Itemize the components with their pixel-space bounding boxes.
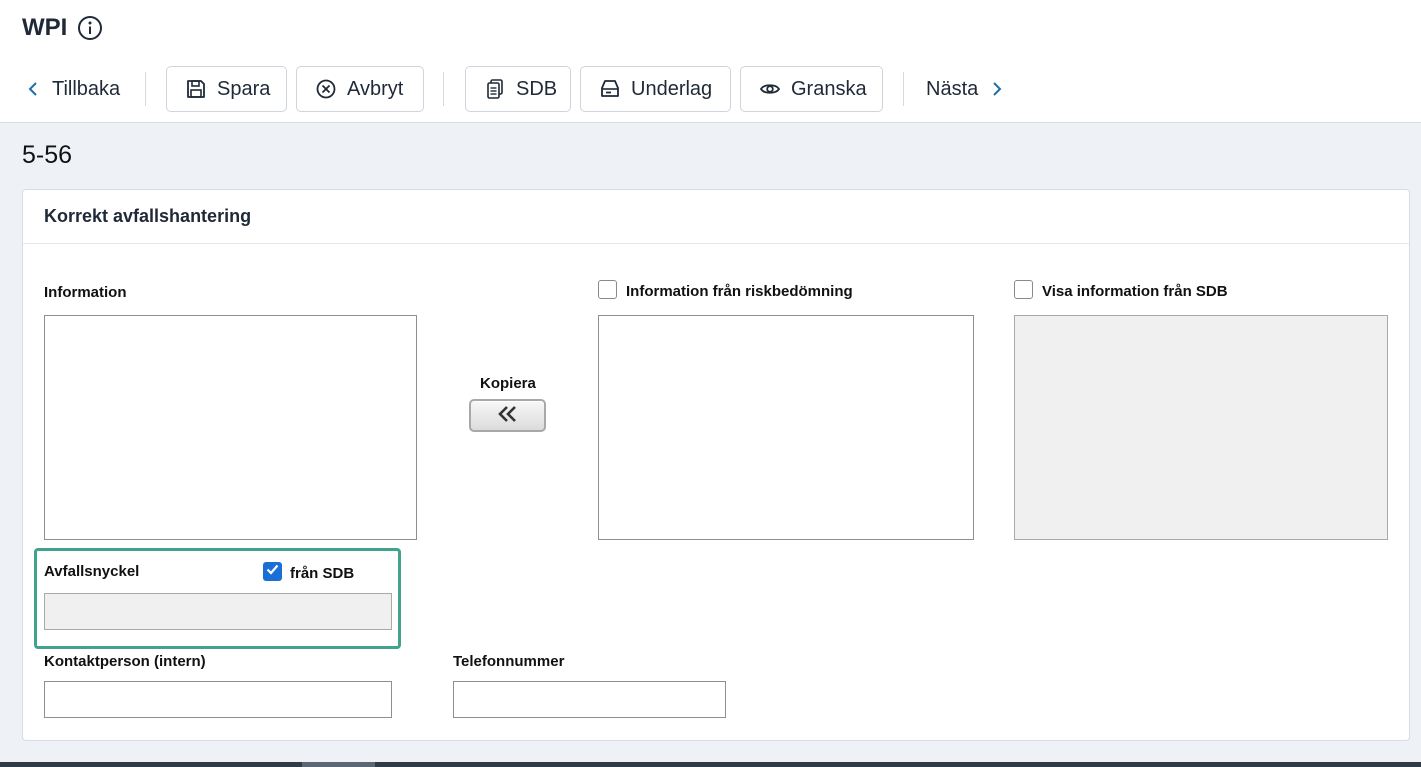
back-button[interactable]: Tillbaka — [26, 66, 120, 112]
from-sdb-checkbox[interactable] — [263, 562, 282, 581]
waste-key-input — [44, 593, 392, 630]
phone-input[interactable] — [453, 681, 726, 718]
from-sdb-label: från SDB — [290, 565, 355, 582]
underlag-button[interactable]: Underlag — [580, 66, 731, 112]
sdb-info-label: Visa information från SDB — [1042, 283, 1228, 300]
documents-icon — [484, 78, 506, 100]
review-label: Granska — [791, 77, 867, 100]
back-label: Tillbaka — [52, 77, 121, 100]
circle-x-icon — [315, 78, 337, 100]
sdb-info-checkbox[interactable] — [1014, 280, 1033, 299]
bottom-scrollbar[interactable] — [0, 762, 1421, 767]
page-title: 5-56 — [22, 141, 73, 169]
inbox-tray-icon — [599, 78, 621, 100]
information-label: Information — [44, 284, 127, 301]
save-label: Spara — [217, 77, 271, 100]
scrollbar-thumb[interactable] — [302, 762, 375, 767]
app-title: WPI — [22, 14, 68, 41]
waste-handling-card: Korrekt avfallshantering Information Kop… — [22, 189, 1410, 741]
save-button[interactable]: Spara — [166, 66, 287, 112]
top-bar: WPI Tillbaka Spara Avbryt SDB Underlag G… — [0, 0, 1421, 123]
copy-button[interactable] — [469, 399, 546, 432]
risk-info-textarea[interactable] — [598, 315, 974, 540]
review-button[interactable]: Granska — [740, 66, 883, 112]
phone-label: Telefonnummer — [453, 653, 565, 670]
sdb-label: SDB — [516, 77, 558, 100]
toolbar: Tillbaka Spara Avbryt SDB Underlag Grans… — [0, 66, 1100, 112]
checkmark-icon — [265, 562, 280, 582]
sdb-button[interactable]: SDB — [465, 66, 571, 112]
info-circle-icon[interactable] — [77, 15, 103, 41]
double-chevron-left-icon — [497, 402, 519, 430]
next-label: Nästa — [926, 77, 979, 100]
cancel-button[interactable]: Avbryt — [296, 66, 424, 112]
next-button[interactable]: Nästa — [926, 66, 1004, 112]
toolbar-divider — [903, 72, 904, 106]
contact-input[interactable] — [44, 681, 392, 718]
card-title: Korrekt avfallshantering — [23, 190, 1409, 244]
floppy-disk-icon — [185, 78, 207, 100]
eye-icon — [759, 78, 781, 100]
toolbar-divider — [443, 72, 444, 106]
toolbar-divider — [145, 72, 146, 106]
chevron-left-icon — [26, 78, 40, 100]
sdb-info-textarea — [1014, 315, 1388, 540]
app-title-group: WPI — [22, 14, 103, 42]
risk-info-label: Information från riskbedömning — [626, 283, 853, 300]
cancel-label: Avbryt — [347, 77, 404, 100]
chevron-right-icon — [990, 78, 1004, 100]
contact-label: Kontaktperson (intern) — [44, 653, 206, 670]
information-textarea[interactable] — [44, 315, 417, 540]
copy-label: Kopiera — [480, 375, 536, 392]
underlag-label: Underlag — [631, 77, 713, 100]
waste-key-label: Avfallsnyckel — [44, 563, 140, 580]
risk-info-checkbox[interactable] — [598, 280, 617, 299]
